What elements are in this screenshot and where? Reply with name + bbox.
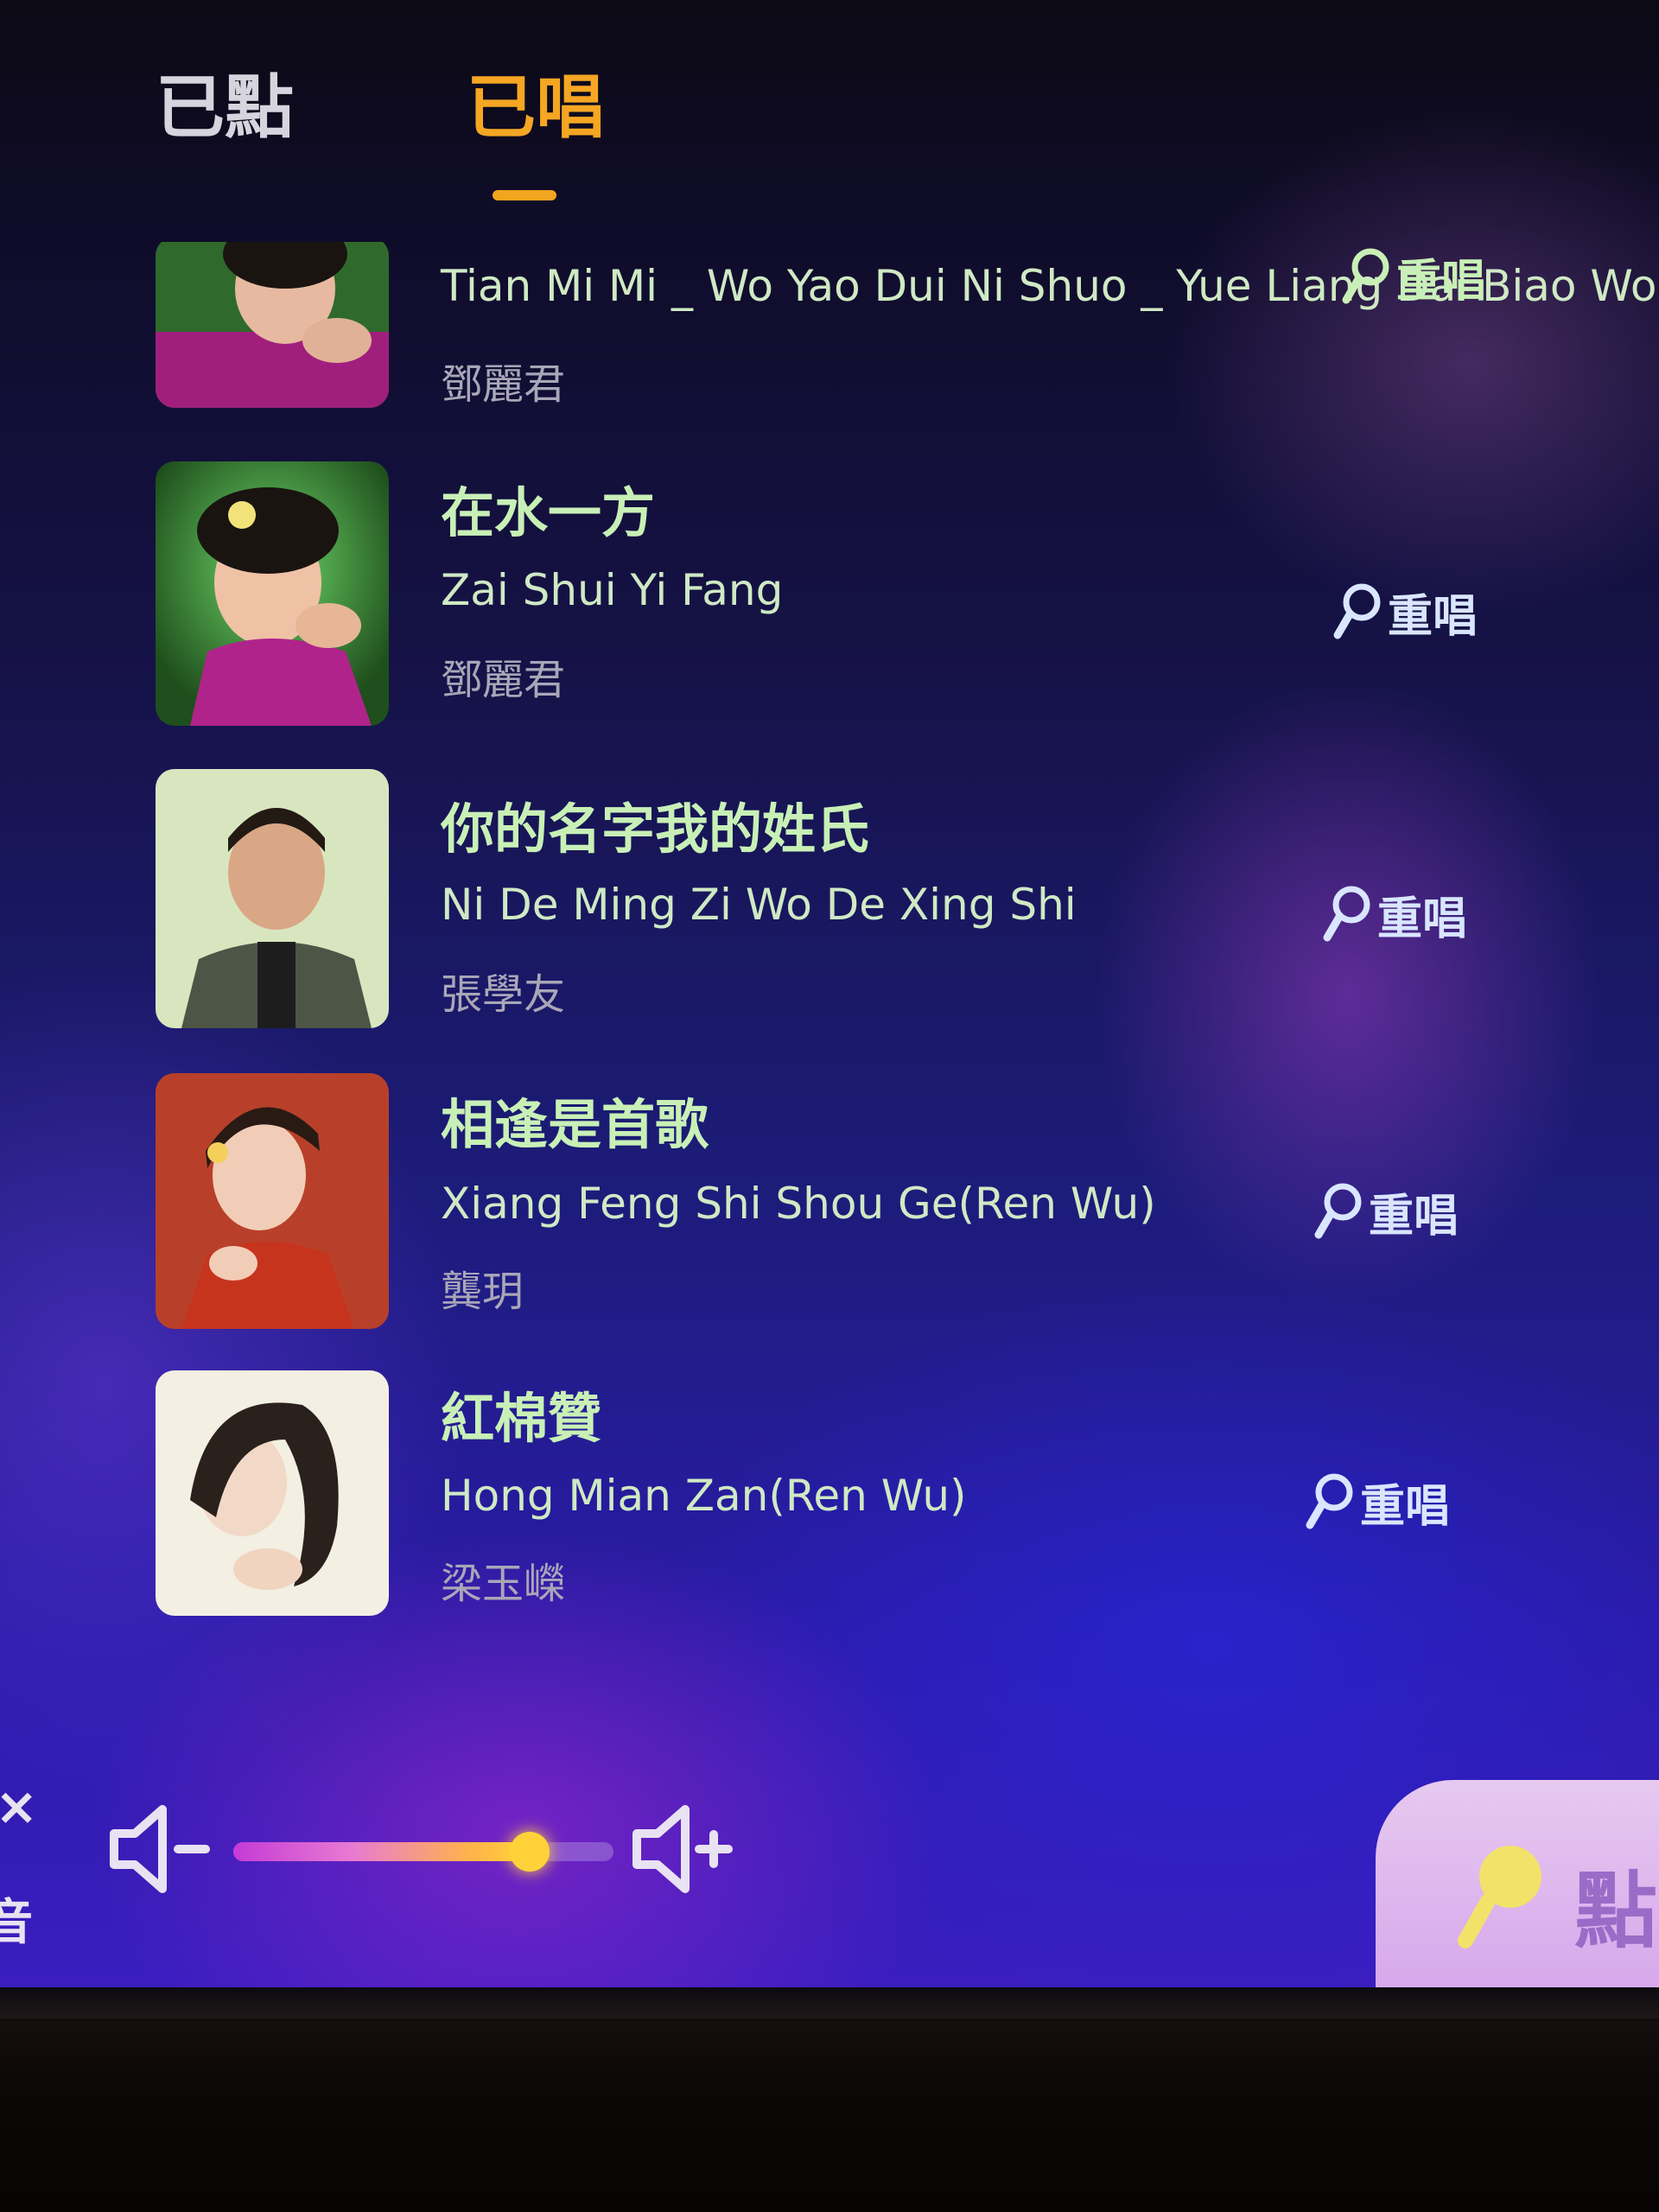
song-artist: 張學友 bbox=[441, 970, 566, 1019]
song-title: 在水一方 bbox=[441, 481, 656, 544]
resing-button[interactable]: 重唱 bbox=[1303, 1467, 1450, 1536]
volume-up-icon[interactable] bbox=[626, 1797, 739, 1901]
microphone-icon bbox=[1333, 583, 1381, 639]
tab-bar: 已點 已唱 bbox=[0, 0, 1659, 225]
album-cover bbox=[156, 1370, 389, 1616]
song-pinyin: Ni De Ming Zi Wo De Xing Shi bbox=[441, 880, 1077, 930]
song-pinyin: Hong Mian Zan(Ren Wu) bbox=[441, 1471, 967, 1521]
song-pinyin: Zai Shui Yi Fang bbox=[441, 565, 784, 615]
resing-label: 重唱 bbox=[1396, 255, 1487, 308]
song-artist: 鄧麗君 bbox=[441, 656, 566, 704]
tab-ordered[interactable]: 已點 bbox=[156, 60, 294, 156]
microphone-icon bbox=[1342, 248, 1389, 304]
resing-button[interactable]: 重唱 bbox=[1312, 1177, 1459, 1246]
song-row[interactable]: 相逢是首歌 Xiang Feng Shi Shou Ge(Ren Wu) 龔玥 … bbox=[0, 1073, 1659, 1350]
microphone-icon bbox=[1314, 1183, 1362, 1239]
order-song-label: 點歌 bbox=[1574, 1863, 1659, 1960]
album-cover bbox=[156, 461, 389, 726]
album-cover bbox=[156, 242, 389, 408]
resing-label: 重唱 bbox=[1369, 1190, 1459, 1243]
karaoke-screen: 已點 已唱 Tian Mi Mi _ Wo Yao Dui Ni Shuo _ … bbox=[0, 0, 1659, 1987]
resing-button[interactable]: 重唱 bbox=[1339, 242, 1486, 311]
resing-button[interactable]: 重唱 bbox=[1320, 880, 1467, 949]
mute-label[interactable]: 音 bbox=[0, 1884, 33, 1954]
song-row[interactable]: Tian Mi Mi _ Wo Yao Dui Ni Shuo _ Yue Li… bbox=[0, 242, 1659, 467]
song-title: 紅棉贊 bbox=[441, 1387, 602, 1450]
song-row[interactable]: 你的名字我的姓氏 Ni De Ming Zi Wo De Xing Shi 張學… bbox=[0, 769, 1659, 1046]
volume-fill bbox=[233, 1842, 531, 1861]
tab-sung[interactable]: 已唱 bbox=[467, 60, 605, 156]
song-row[interactable]: 紅棉贊 Hong Mian Zan(Ren Wu) 梁玉嶸 重唱 bbox=[0, 1370, 1659, 1638]
song-pinyin: Xiang Feng Shi Shou Ge(Ren Wu) bbox=[441, 1179, 1156, 1229]
album-cover bbox=[156, 769, 389, 1028]
sung-song-list[interactable]: Tian Mi Mi _ Wo Yao Dui Ni Shuo _ Yue Li… bbox=[0, 242, 1659, 1642]
song-artist: 龔玥 bbox=[441, 1268, 524, 1316]
tv-bezel bbox=[0, 1987, 1659, 2212]
song-title: 你的名字我的姓氏 bbox=[441, 798, 870, 861]
volume-down-icon[interactable] bbox=[104, 1797, 216, 1901]
microphone-icon bbox=[1458, 1846, 1541, 1948]
song-row[interactable]: 在水一方 Zai Shui Yi Fang 鄧麗君 重唱 bbox=[0, 460, 1659, 736]
close-x-icon[interactable]: × bbox=[0, 1777, 38, 1837]
resing-button[interactable]: 重唱 bbox=[1331, 577, 1478, 646]
microphone-icon bbox=[1323, 886, 1370, 942]
song-artist: 鄧麗君 bbox=[441, 360, 566, 409]
volume-knob[interactable] bbox=[510, 1832, 550, 1872]
resing-label: 重唱 bbox=[1377, 893, 1468, 945]
song-title: 相逢是首歌 bbox=[441, 1093, 709, 1156]
song-artist: 梁玉嶸 bbox=[441, 1560, 566, 1608]
resing-label: 重唱 bbox=[1360, 1480, 1451, 1533]
microphone-icon bbox=[1306, 1473, 1353, 1529]
active-tab-indicator bbox=[493, 190, 556, 200]
volume-slider[interactable] bbox=[233, 1832, 613, 1872]
album-cover bbox=[156, 1073, 389, 1329]
resing-label: 重唱 bbox=[1388, 590, 1478, 643]
order-song-button[interactable]: 點歌 bbox=[1376, 1780, 1659, 1987]
